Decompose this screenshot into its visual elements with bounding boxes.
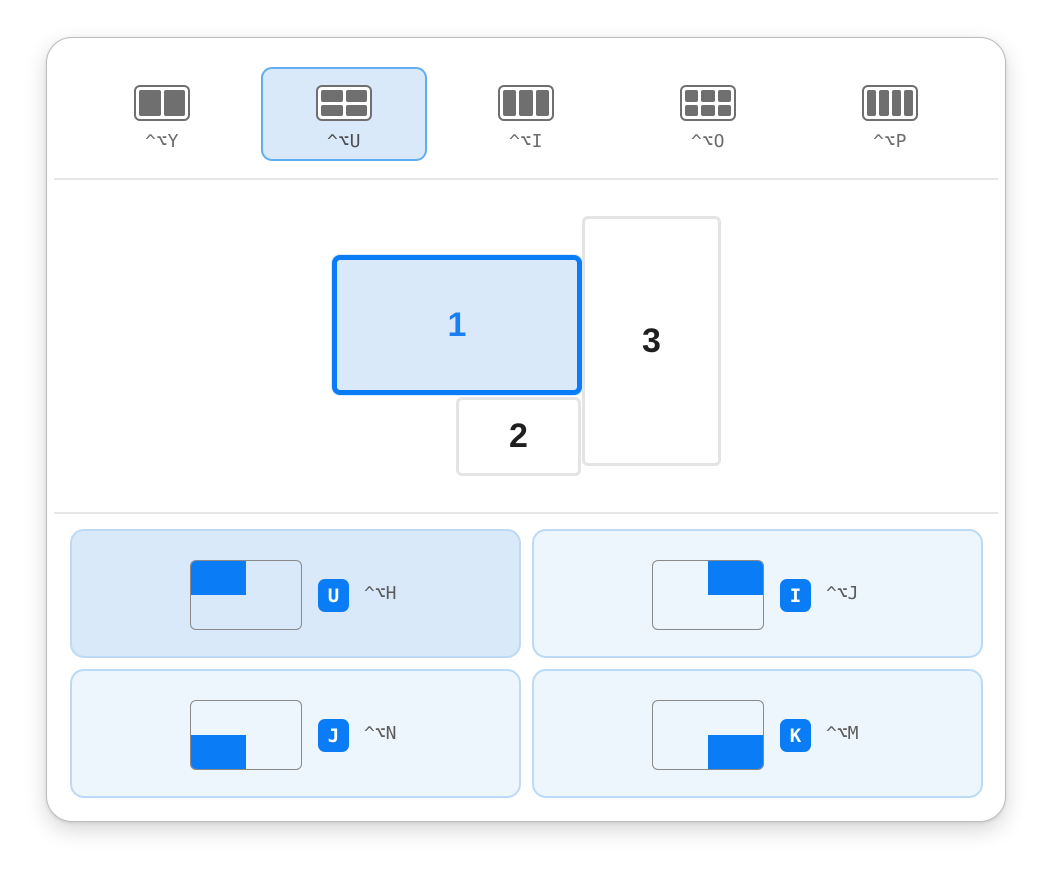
tile-shortcut: ^⌥M xyxy=(826,723,859,744)
layout-shortcut: ^⌥U xyxy=(326,131,361,152)
tile-shortcut: ^⌥J xyxy=(826,583,859,604)
divider xyxy=(54,178,998,180)
four-columns-layout-icon xyxy=(862,85,918,121)
top-left-quadrant-icon xyxy=(190,560,302,630)
grid-2x2-layout-icon xyxy=(316,85,372,121)
key-badge: K xyxy=(780,719,811,752)
position-tile-top-left[interactable]: U ^⌥H xyxy=(70,529,521,658)
grid-3x2-layout-icon xyxy=(680,85,736,121)
window-layout-panel: ^⌥Y ^⌥U ^⌥I ^⌥O ^⌥P 1 2 3 U ^⌥H I ^⌥J J … xyxy=(46,37,1006,822)
tile-shortcut: ^⌥H xyxy=(364,583,397,604)
layout-option-three-columns[interactable]: ^⌥I xyxy=(443,67,609,161)
layout-shortcut: ^⌥Y xyxy=(144,131,179,152)
layout-shortcut: ^⌥O xyxy=(690,131,725,152)
three-columns-layout-icon xyxy=(498,85,554,121)
screen-3[interactable]: 3 xyxy=(582,216,721,466)
layout-shortcut: ^⌥I xyxy=(508,131,543,152)
two-columns-layout-icon xyxy=(134,85,190,121)
layout-option-grid-2x2[interactable]: ^⌥U xyxy=(261,67,427,161)
position-tile-bottom-left[interactable]: J ^⌥N xyxy=(70,669,521,798)
screen-1[interactable]: 1 xyxy=(332,255,582,395)
top-right-quadrant-icon xyxy=(652,560,764,630)
key-badge: U xyxy=(318,579,349,612)
position-tile-bottom-right[interactable]: K ^⌥M xyxy=(532,669,983,798)
key-badge: I xyxy=(780,579,811,612)
divider xyxy=(54,512,998,514)
bottom-right-quadrant-icon xyxy=(652,700,764,770)
layout-option-four-columns[interactable]: ^⌥P xyxy=(807,67,973,161)
layout-option-grid-3x2[interactable]: ^⌥O xyxy=(625,67,791,161)
position-tile-top-right[interactable]: I ^⌥J xyxy=(532,529,983,658)
layout-option-two-columns[interactable]: ^⌥Y xyxy=(79,67,245,161)
layout-shortcut: ^⌥P xyxy=(872,131,907,152)
screen-2[interactable]: 2 xyxy=(456,397,581,476)
tile-shortcut: ^⌥N xyxy=(364,723,397,744)
key-badge: J xyxy=(318,719,349,752)
bottom-left-quadrant-icon xyxy=(190,700,302,770)
